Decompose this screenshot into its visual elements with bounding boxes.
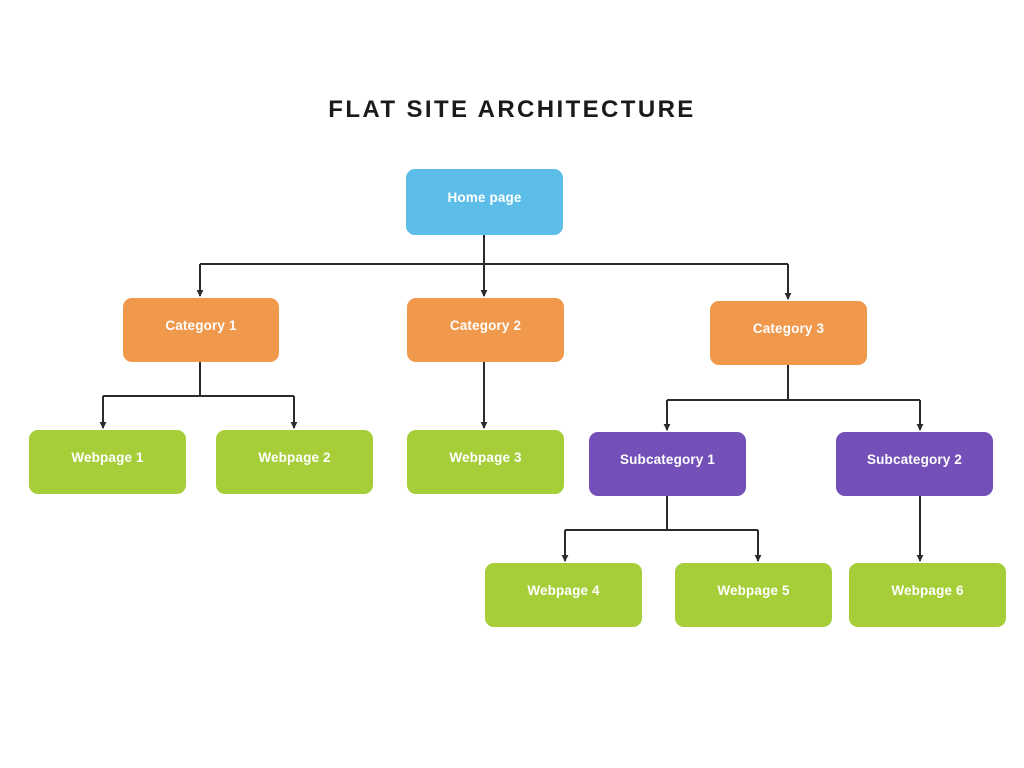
node-category-1[interactable]: Category 1	[123, 298, 279, 362]
arrowhead-drop-category-2	[480, 290, 488, 297]
diagram-canvas: FLAT SITE ARCHITECTURE Home page Category…	[0, 0, 1024, 768]
arrowhead-drop-category-3	[784, 293, 792, 300]
arrowhead-drop-webpage-6	[916, 555, 924, 562]
arrowhead-drop-subcat-1	[663, 424, 671, 431]
node-category-3[interactable]: Category 3	[710, 301, 867, 365]
node-webpage-2[interactable]: Webpage 2	[216, 430, 373, 494]
node-webpage-1[interactable]: Webpage 1	[29, 430, 186, 494]
node-label: Category 3	[752, 320, 825, 336]
node-webpage-6[interactable]: Webpage 6	[849, 563, 1006, 627]
connector-layer	[99, 235, 924, 562]
node-label: Home page	[447, 189, 522, 205]
node-subcategory-2[interactable]: Subcategory 2	[836, 432, 993, 496]
arrowhead-drop-category-1	[196, 290, 204, 297]
node-webpage-5[interactable]: Webpage 5	[675, 563, 832, 627]
arrowhead-drop-webpage-1	[99, 422, 107, 429]
node-label: Webpage 2	[258, 449, 331, 465]
arrowhead-drop-subcat-2	[916, 424, 924, 431]
node-label: Webpage 3	[449, 449, 522, 465]
node-category-2[interactable]: Category 2	[407, 298, 564, 362]
arrowhead-drop-webpage-5	[754, 555, 762, 562]
node-label: Category 1	[165, 317, 237, 333]
node-label: Webpage 1	[71, 449, 144, 465]
node-label: Subcategory 2	[867, 451, 962, 467]
arrowhead-drop-webpage-2	[290, 422, 298, 429]
node-subcategory-1[interactable]: Subcategory 1	[589, 432, 746, 496]
node-label: Webpage 5	[717, 582, 790, 598]
node-home-page[interactable]: Home page	[406, 169, 563, 235]
node-label: Webpage 6	[891, 582, 964, 598]
node-webpage-4[interactable]: Webpage 4	[485, 563, 642, 627]
node-label: Webpage 4	[527, 582, 600, 598]
arrowhead-drop-webpage-4	[561, 555, 569, 562]
node-label: Subcategory 1	[620, 451, 715, 467]
arrowhead-drop-webpage-3	[480, 422, 488, 429]
node-webpage-3[interactable]: Webpage 3	[407, 430, 564, 494]
node-label: Category 2	[449, 317, 522, 333]
